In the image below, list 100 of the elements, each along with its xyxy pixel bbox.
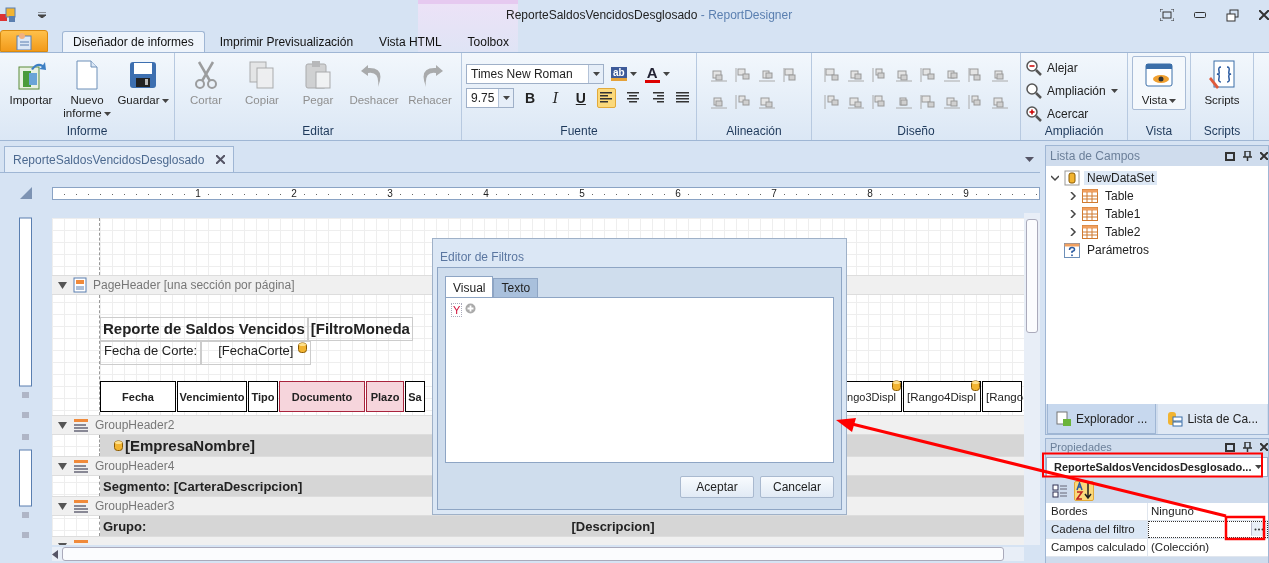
- alignment-icon: [734, 93, 752, 111]
- property-row[interactable]: Bordes Ninguno: [1046, 503, 1268, 521]
- ruler-label: 4: [480, 187, 492, 199]
- group-operator-link[interactable]: Y: [451, 303, 463, 317]
- column-header-cell: Vencimiento: [177, 381, 247, 412]
- bold-button[interactable]: B: [520, 88, 540, 108]
- caret-icon: [502, 96, 510, 100]
- band-title: GroupHeader2: [95, 418, 175, 432]
- import-button[interactable]: Importar: [4, 56, 58, 110]
- column-header-cell: Fecha: [100, 381, 176, 412]
- panel-tab[interactable]: Explorador ...: [1047, 404, 1157, 434]
- band-title: GroupHeader3: [95, 499, 175, 513]
- view-button[interactable]: Vista: [1132, 56, 1186, 110]
- zoom-out-icon: [1026, 60, 1042, 76]
- window-icon: [1225, 442, 1235, 452]
- alignment-button[interactable]: [733, 92, 753, 112]
- group-label: Scripts: [1202, 124, 1242, 140]
- database-icon: [892, 380, 901, 391]
- sort-alphabetical-button[interactable]: [1074, 481, 1094, 501]
- layout-button[interactable]: [918, 65, 938, 85]
- dialog-tab[interactable]: Visual: [445, 276, 494, 297]
- report-field: Grupo:: [100, 518, 463, 534]
- property-value: (Colección): [1151, 540, 1210, 555]
- align-left-button[interactable]: [596, 88, 616, 108]
- zoom-in-button[interactable]: Acercar: [1025, 104, 1123, 124]
- ribbon-tab[interactable]: Diseñador de informes: [62, 31, 205, 52]
- scroll-thumb[interactable]: [1026, 219, 1038, 333]
- layout-button[interactable]: [918, 92, 938, 112]
- report-field: [Descripcion]: [465, 518, 758, 534]
- scroll-left-icon: [52, 549, 58, 559]
- database-icon: [114, 440, 123, 451]
- italic-button[interactable]: I: [545, 88, 566, 108]
- tab-menu-caret-icon: [1025, 157, 1034, 162]
- alignment-button[interactable]: [733, 65, 753, 85]
- cancel-button[interactable]: Cancelar: [760, 476, 834, 498]
- ribbon-tab[interactable]: Imprimir Previsualización: [208, 31, 365, 52]
- tree-item[interactable]: Table: [1046, 187, 1268, 205]
- ruler-label: 2: [288, 187, 300, 199]
- layout-icon: [823, 66, 841, 84]
- tree-item[interactable]: Table1: [1046, 205, 1268, 223]
- group-header-icon: [73, 499, 89, 513]
- zoom-button[interactable]: Ampliación: [1025, 81, 1123, 101]
- panel-title: Lista de Campos: [1050, 149, 1142, 163]
- braces-pencil-icon: [1206, 59, 1238, 91]
- font-color-button[interactable]: A: [643, 64, 671, 84]
- caret-icon: [1255, 465, 1263, 469]
- column-header-cell: [Rango4Displ: [903, 381, 981, 412]
- group-label: Vista: [1144, 124, 1174, 140]
- document-tab[interactable]: ReporteSaldosVencidosDesglosado: [4, 146, 235, 172]
- object-selector-dropdown[interactable]: ReporteSaldosVencidosDesglosado...: [1046, 457, 1268, 477]
- group-label: Ampliación: [1043, 124, 1105, 140]
- property-name: Cadena del filtro: [1046, 521, 1148, 538]
- report-title-text: Reporte de Saldos Vencidos: [100, 317, 308, 341]
- ribbon-tab[interactable]: Toolbox: [456, 31, 520, 52]
- zoom-out-button[interactable]: Alejar: [1025, 58, 1123, 78]
- window-title: ReporteSaldosVencidosDesglosado - ReportDesigner: [506, 8, 793, 22]
- layout-button[interactable]: [822, 65, 842, 85]
- table-icon: [1082, 207, 1098, 221]
- tree-item[interactable]: Table2: [1046, 223, 1268, 241]
- column-header-cell: Tipo: [248, 381, 278, 412]
- scripts-button[interactable]: Scripts: [1195, 56, 1249, 110]
- dialog-tab[interactable]: Texto: [493, 278, 539, 297]
- caret-icon: [662, 72, 670, 76]
- font-name-dropdown[interactable]: Times New Roman: [466, 64, 604, 84]
- panel-tab[interactable]: Lista de Ca...: [1158, 404, 1268, 434]
- vertical-scrollbar[interactable]: [1024, 213, 1040, 545]
- report-title-text: [FiltroMoneda: [307, 317, 413, 341]
- group-label: Fuente: [559, 124, 599, 140]
- caret-icon: [103, 111, 111, 116]
- page-header-icon: [73, 277, 87, 293]
- report-label: [FechaCorte]: [201, 341, 312, 365]
- document-person-icon: [14, 32, 34, 50]
- new-report-button[interactable]: Nuevo informe: [60, 56, 114, 123]
- underline-button[interactable]: U: [571, 88, 591, 108]
- minimize-icon: [1194, 12, 1206, 18]
- font-size-dropdown[interactable]: 9.75: [466, 88, 515, 108]
- ruler-label: 8: [864, 187, 876, 199]
- database-icon: [298, 342, 308, 353]
- categorized-button[interactable]: [1050, 481, 1070, 501]
- application-menu-button[interactable]: [0, 30, 48, 52]
- layout-button[interactable]: [822, 92, 842, 112]
- property-row[interactable]: Campos calculado (Colección): [1046, 539, 1268, 557]
- property-row[interactable]: Cadena del filtro: [1046, 521, 1268, 539]
- tree-item[interactable]: NewDataSet: [1046, 169, 1268, 187]
- layout-icon: [823, 93, 841, 111]
- caret-icon: [161, 98, 169, 103]
- ribbon-tab[interactable]: Vista HTML: [368, 31, 453, 52]
- highlight-box: [1224, 515, 1266, 541]
- alignment-icon: [734, 66, 752, 84]
- zoom-in-icon: [1026, 106, 1042, 122]
- help-icon: [1064, 242, 1080, 258]
- database-list-icon: [1167, 411, 1184, 428]
- save-button[interactable]: Guardar: [116, 56, 170, 110]
- clipboard-icon: [302, 59, 334, 91]
- layout-icon: [919, 66, 937, 84]
- pin-icon: [1243, 151, 1252, 161]
- accept-button[interactable]: Aceptar: [680, 476, 754, 498]
- group-header-icon: [73, 418, 89, 432]
- ellipsis-icon: [1254, 527, 1264, 531]
- tree-item[interactable]: Parámetros: [1046, 241, 1268, 259]
